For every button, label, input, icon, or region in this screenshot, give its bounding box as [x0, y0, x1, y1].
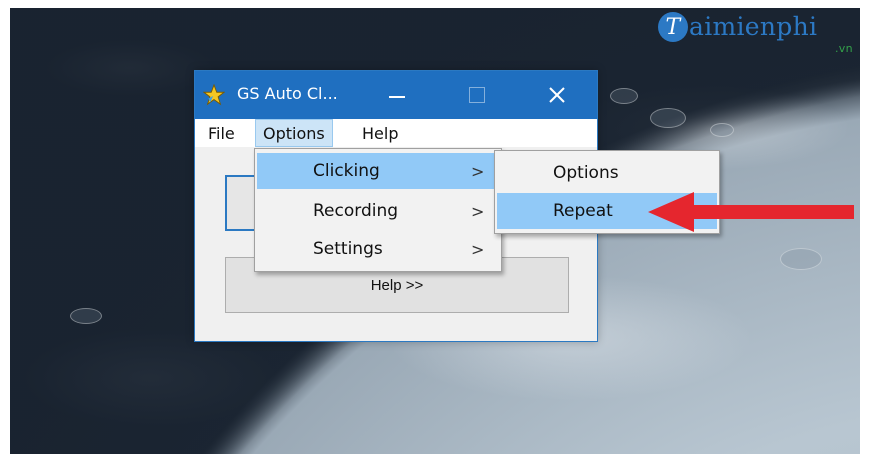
submenu-item-options[interactable]: Options — [497, 155, 717, 191]
submenu-item-label: Options — [553, 163, 619, 183]
menu-item-label: Recording — [313, 201, 399, 221]
watermark-logo: T aimienphi .vn — [658, 12, 853, 55]
maximize-button[interactable] — [453, 71, 501, 119]
maximize-icon — [469, 87, 485, 103]
chevron-right-icon: > — [471, 239, 485, 259]
watermark-badge: T — [658, 12, 688, 42]
minimize-icon — [389, 96, 405, 98]
menu-item-settings[interactable]: Settings > — [257, 231, 499, 267]
close-icon — [549, 87, 565, 103]
window-title: GS Auto Cl... — [237, 84, 338, 103]
close-button[interactable] — [533, 71, 581, 119]
menu-options[interactable]: Options — [255, 119, 333, 147]
star-icon — [203, 84, 225, 106]
options-dropdown-menu: Clicking > Recording > Settings > — [254, 148, 502, 272]
watermark-suffix: .vn — [835, 42, 853, 55]
chevron-right-icon: > — [471, 161, 485, 181]
moon-crater — [70, 308, 102, 324]
menu-help[interactable]: Help — [355, 119, 405, 147]
menu-file[interactable]: File — [201, 119, 242, 147]
chevron-right-icon: > — [471, 201, 485, 221]
minimize-button[interactable] — [373, 71, 421, 119]
submenu-item-label: Repeat — [553, 201, 613, 221]
menu-item-recording[interactable]: Recording > — [257, 193, 499, 229]
menu-bar: File Options Help — [195, 119, 597, 147]
title-bar[interactable]: GS Auto Cl... — [195, 71, 597, 119]
menu-item-clicking[interactable]: Clicking > — [257, 153, 499, 189]
moon-crater — [650, 108, 686, 128]
moon-crater — [780, 248, 822, 270]
watermark-text: aimienphi — [689, 12, 818, 41]
menu-item-label: Settings — [313, 239, 383, 259]
moon-crater — [710, 123, 734, 137]
red-arrow-annotation — [648, 192, 854, 232]
moon-crater — [610, 88, 638, 104]
menu-item-label: Clicking — [313, 161, 380, 181]
